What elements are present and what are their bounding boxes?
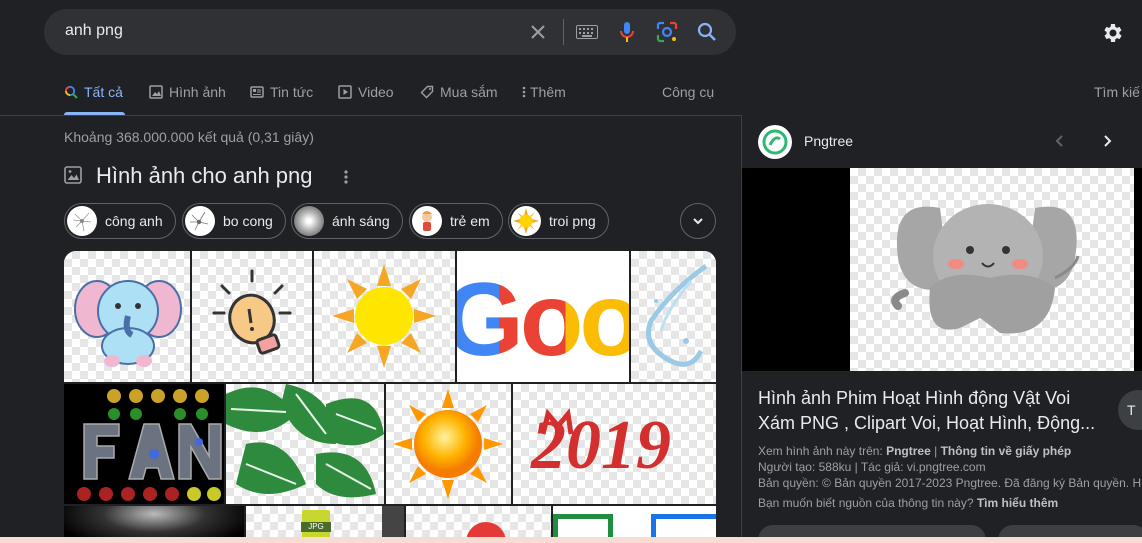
view-on-separator: |: [934, 444, 938, 458]
news-icon: [250, 86, 264, 98]
learn-more-link[interactable]: Tìm hiểu thêm: [977, 496, 1058, 510]
images-section-icon: [64, 166, 82, 189]
tools-button[interactable]: Công cụ: [662, 82, 714, 102]
dandelion-icon: [67, 206, 97, 236]
image-result-lightbulb[interactable]: [192, 251, 312, 382]
pngtree-logo-icon: [758, 125, 792, 159]
view-on-site-link[interactable]: Pngtree: [886, 444, 931, 458]
tab-label: Tin tức: [270, 84, 314, 100]
clear-icon[interactable]: [526, 20, 550, 44]
image-result-glossy-sun[interactable]: [386, 384, 511, 504]
view-on-line: Xem hình ảnh này trên: Pngtree | Thông t…: [758, 444, 1071, 458]
image-result-2019[interactable]: 2019: [513, 384, 716, 504]
view-on-prefix: Xem hình ảnh này trên:: [758, 444, 883, 458]
image-result-elephant[interactable]: [64, 251, 190, 382]
result-stats: Khoảng 368.000.000 kết quả (0,31 giây): [64, 129, 314, 145]
chip-anh-sang[interactable]: ánh sáng: [291, 203, 403, 239]
tools-label: Công cụ: [662, 84, 715, 100]
copyright-line: Bản quyền: © Bản quyền 2017-2023 Pngtree…: [758, 476, 1142, 490]
tab-label: Mua sắm: [440, 84, 498, 100]
bottom-notification-bar: [0, 537, 1142, 543]
preview-image-elephant[interactable]: [850, 168, 1134, 371]
dandelion-icon: [185, 206, 215, 236]
tab-label: Video: [358, 84, 394, 100]
chip-bo-cong[interactable]: bo cong: [182, 203, 286, 239]
google-logo-text: Goog: [457, 261, 629, 380]
video-icon: [338, 85, 352, 99]
tab-label: Tất cả: [84, 84, 123, 100]
search-right-label: Tìm kiế: [1094, 84, 1140, 100]
chevron-left-icon[interactable]: [1052, 133, 1068, 154]
image-results-grid: Goog 2019 JPG: [64, 251, 716, 543]
tab-images[interactable]: Hình ảnh: [149, 82, 226, 102]
settings-gear-icon[interactable]: [1100, 21, 1124, 45]
microphone-icon[interactable]: [615, 20, 639, 44]
panel-image-title[interactable]: Hình ảnh Phim Hoạt Hình động Vật Voi Xám…: [758, 386, 1098, 436]
more-vert-icon: [522, 86, 526, 98]
image-result-google[interactable]: Goog: [457, 251, 629, 382]
child-icon: [412, 206, 442, 236]
search-icon[interactable]: [695, 20, 719, 44]
search-icon: [64, 85, 78, 99]
image-icon: [149, 85, 163, 99]
tab-label: Thêm: [530, 84, 566, 100]
search-input[interactable]: anh png: [65, 22, 123, 40]
tab-news[interactable]: Tin tức: [250, 82, 313, 102]
panel-side-button-label: T: [1127, 402, 1136, 418]
chip-tre-em[interactable]: trẻ em: [409, 203, 503, 239]
search-right-link[interactable]: Tìm kiế: [1094, 82, 1140, 102]
search-divider: [563, 19, 564, 45]
chip-troi-png[interactable]: troi png: [508, 203, 609, 239]
learn-more-line: Bạn muốn biết nguồn của thông tin này? T…: [758, 496, 1058, 510]
tab-shopping[interactable]: Mua sắm: [420, 82, 498, 102]
learn-prefix: Bạn muốn biết nguồn của thông tin này?: [758, 496, 974, 510]
expand-chips-button[interactable]: [680, 203, 716, 239]
tab-video[interactable]: Video: [338, 82, 394, 102]
chip-label: công anh: [105, 213, 163, 229]
keyboard-icon[interactable]: [575, 20, 599, 44]
tab-label: Hình ảnh: [169, 84, 226, 100]
images-section-title[interactable]: Hình ảnh cho anh png: [96, 163, 313, 189]
image-result-water-splash[interactable]: [631, 251, 716, 382]
tab-more[interactable]: Thêm: [521, 82, 566, 102]
panel-source-name[interactable]: Pngtree: [804, 133, 853, 149]
search-bar[interactable]: anh png: [44, 9, 736, 55]
creator-line: Người tạo: 588ku | Tác giả: vi.pngtree.c…: [758, 460, 986, 474]
license-info-link[interactable]: Thông tin về giấy phép: [941, 444, 1072, 458]
tag-icon: [420, 85, 434, 99]
lens-icon[interactable]: [655, 20, 679, 44]
image-result-sun[interactable]: [314, 251, 455, 382]
light-icon: [294, 206, 324, 236]
jpg-label: JPG: [301, 522, 331, 532]
chevron-down-icon: [693, 218, 703, 225]
chip-cong-anh[interactable]: công anh: [64, 203, 176, 239]
chip-label: bo cong: [223, 213, 273, 229]
sun-icon: [511, 206, 541, 236]
chip-label: ánh sáng: [332, 213, 390, 229]
tab-all[interactable]: Tất cả: [64, 82, 123, 102]
chevron-right-icon[interactable]: [1099, 133, 1115, 154]
image-result-monstera-leaves[interactable]: [226, 384, 384, 504]
chip-label: troi png: [549, 213, 596, 229]
preview-image-frame[interactable]: [742, 168, 1142, 371]
more-options-icon[interactable]: [338, 168, 354, 191]
chip-label: trẻ em: [450, 213, 490, 229]
year-2019-text: 2019: [531, 407, 671, 484]
image-result-3d-letters[interactable]: [64, 384, 224, 504]
